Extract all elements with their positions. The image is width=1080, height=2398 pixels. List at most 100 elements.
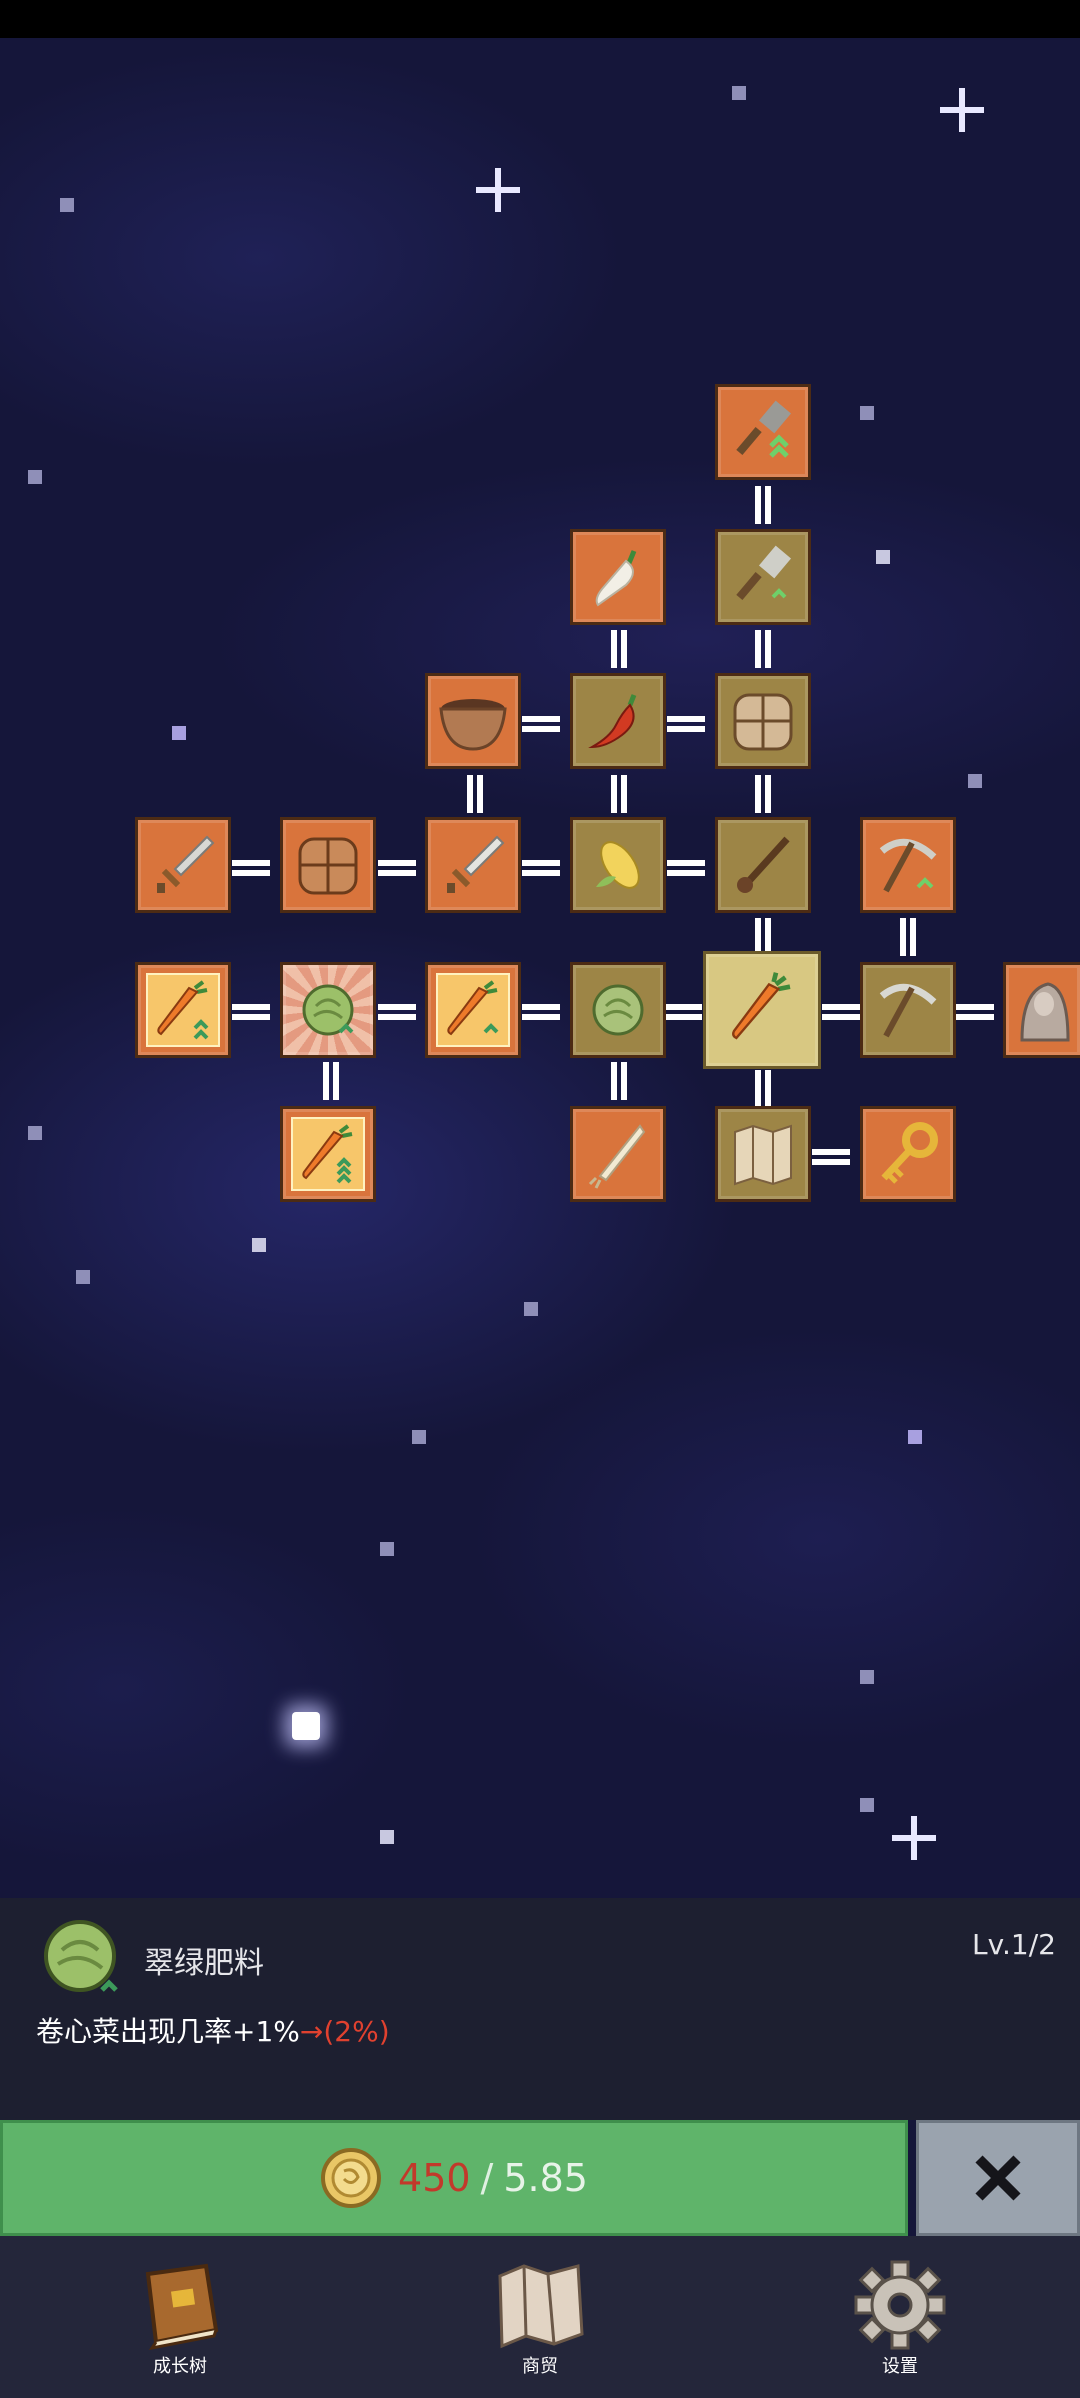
sword-icon <box>157 835 215 893</box>
tree-connector <box>667 857 705 879</box>
star <box>860 406 874 420</box>
tree-connector <box>522 857 560 879</box>
node-corn[interactable] <box>570 817 666 913</box>
node-carrot-boost-3[interactable] <box>280 1106 376 1202</box>
nav-growth-tree[interactable]: 成长树 <box>110 2260 250 2378</box>
node-map[interactable] <box>715 1106 811 1202</box>
map-icon <box>498 2264 584 2349</box>
star <box>412 1430 426 1444</box>
skill-description: 卷心菜出现几率+1%→(2%) <box>36 2010 390 2050</box>
tree-connector <box>752 486 774 524</box>
star <box>968 774 982 788</box>
tree-connector <box>378 857 416 879</box>
star <box>60 198 74 212</box>
shovel-icon <box>736 545 792 601</box>
nav-label: 商贸 <box>522 2356 558 2377</box>
tree-connector <box>320 1062 342 1100</box>
node-radish[interactable] <box>570 529 666 625</box>
star <box>380 1830 394 1844</box>
tree-connector <box>752 775 774 813</box>
node-bowl[interactable] <box>425 673 521 769</box>
nav-trade[interactable]: 商贸 <box>470 2260 610 2378</box>
close-icon <box>975 2155 1021 2201</box>
cabbage-icon <box>302 984 354 1036</box>
node-carrot-selected[interactable] <box>703 951 821 1069</box>
bright-star <box>292 1712 320 1740</box>
tree-connector <box>464 775 486 813</box>
coins-have: 450 <box>398 2156 471 2200</box>
star <box>28 1126 42 1140</box>
chili-icon <box>588 694 637 749</box>
pickaxe-icon <box>879 983 937 1038</box>
gear-icon <box>854 2260 946 2350</box>
node-cabbage[interactable] <box>570 962 666 1058</box>
node-backpack-locked[interactable] <box>715 673 811 769</box>
node-pipe[interactable] <box>715 817 811 913</box>
statue-icon <box>1020 982 1070 1042</box>
upgrade-button[interactable]: 450 / 5.85 <box>0 2120 908 2236</box>
key-icon <box>881 1122 938 1184</box>
nav-settings[interactable]: 设置 <box>830 2260 970 2378</box>
map-icon <box>734 1124 792 1186</box>
skill-name: 翠绿肥料 <box>144 1946 264 1981</box>
star <box>252 1238 266 1252</box>
carrot-boost-icon <box>302 1124 353 1184</box>
carrot-boost-icon <box>447 980 499 1036</box>
tree-connector <box>664 1001 702 1023</box>
tree-connector <box>897 918 919 956</box>
cabbage-icon <box>592 984 644 1036</box>
tree-connector <box>752 1070 774 1108</box>
star <box>28 470 42 484</box>
node-carrot-boost-2[interactable] <box>425 962 521 1058</box>
node-leek[interactable] <box>570 1106 666 1202</box>
node-sword-2[interactable] <box>425 817 521 913</box>
tree-connector <box>608 775 630 813</box>
backpack-icon <box>298 837 358 895</box>
tree-connector <box>956 1001 994 1023</box>
pipe-icon <box>737 836 790 893</box>
tree-connector <box>378 1001 416 1023</box>
node-carrot-boost-1[interactable] <box>135 962 231 1058</box>
skill-level: Lv.1/2 <box>972 1928 1056 1961</box>
skill-info-panel: 翠绿肥料 Lv.1/2 卷心菜出现几率+1%→(2%) <box>0 1898 1080 2120</box>
node-shovel[interactable] <box>715 529 811 625</box>
star <box>860 1798 874 1812</box>
star <box>908 1430 922 1444</box>
star <box>524 1302 538 1316</box>
node-shovel-upgrade[interactable] <box>715 384 811 480</box>
node-key[interactable] <box>860 1106 956 1202</box>
node-sword-1[interactable] <box>135 817 231 913</box>
corn-icon <box>596 841 640 889</box>
tree-connector <box>522 713 560 735</box>
skill-next-value: →(2%) <box>299 2015 390 2048</box>
node-pickaxe-upgrade[interactable] <box>860 817 956 913</box>
sword-icon <box>447 835 505 893</box>
star <box>860 1670 874 1684</box>
coin-icon <box>321 2148 382 2208</box>
node-chili[interactable] <box>570 673 666 769</box>
star <box>732 86 746 100</box>
node-statue[interactable] <box>1003 962 1080 1058</box>
star <box>380 1542 394 1556</box>
cost-separator: / <box>480 2156 494 2200</box>
bottom-nav: 成长树 商贸 设置 <box>0 2236 1080 2398</box>
node-pickaxe[interactable] <box>860 962 956 1058</box>
tree-connector <box>812 1146 850 1168</box>
tree-connector <box>232 1001 270 1023</box>
tree-connector <box>822 1001 860 1023</box>
node-cabbage-fertilizer[interactable] <box>280 962 376 1058</box>
tree-connector <box>752 630 774 668</box>
backpack-icon <box>733 693 793 751</box>
close-button[interactable] <box>916 2120 1080 2236</box>
bowl-icon <box>439 699 507 751</box>
cabbage-icon <box>44 1920 118 1992</box>
nav-label: 成长树 <box>153 2356 207 2377</box>
skill-effect: 卷心菜出现几率+1% <box>36 2015 300 2048</box>
tree-connector <box>522 1001 560 1023</box>
leek-icon <box>588 1124 646 1189</box>
carrot-icon <box>732 972 791 1040</box>
carrot-boost-icon <box>157 980 209 1040</box>
node-backpack[interactable] <box>280 817 376 913</box>
book-icon <box>145 2263 219 2350</box>
tree-connector <box>667 713 705 735</box>
